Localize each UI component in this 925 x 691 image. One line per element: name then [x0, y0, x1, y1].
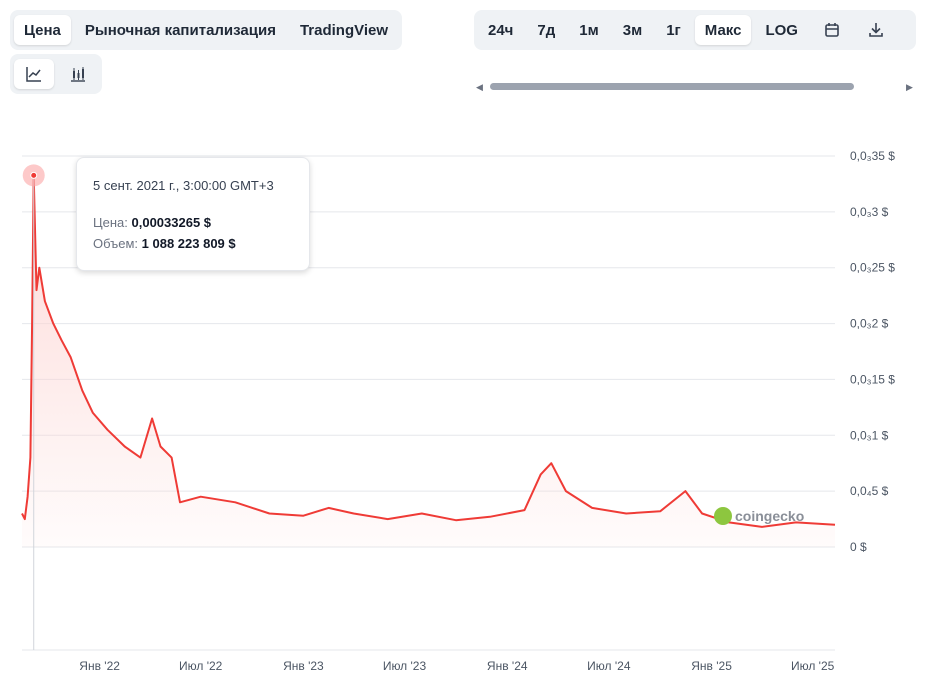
x-tick-label: Июл '23	[383, 659, 427, 673]
price-chart[interactable]: 0 $ 0,0₄5 $ 0,0₃1 $ 0,0₃15 $ 0,0₃2 $ 0,0₃25 $…	[0, 0, 925, 691]
x-tick-label: Июл '22	[179, 659, 223, 673]
y-tick-label: 0,0₄5 $	[850, 484, 889, 498]
x-tick-label: Июл '24	[587, 659, 631, 673]
coingecko-logo-icon	[714, 507, 732, 525]
tooltip-volume-label: Объем:	[93, 236, 139, 251]
y-tick-label: 0,0₃3 $	[850, 205, 889, 219]
x-tick-label: Янв '25	[691, 659, 732, 673]
x-tick-label: Июл '25	[791, 659, 835, 673]
price-tooltip: 5 сент. 2021 г., 3:00:00 GMT+3 Цена: 0,0…	[76, 157, 310, 271]
x-tick-label: Янв '23	[283, 659, 324, 673]
tooltip-date: 5 сент. 2021 г., 3:00:00 GMT+3	[93, 178, 274, 193]
y-tick-label: 0 $	[850, 540, 867, 554]
x-tick-label: Янв '24	[487, 659, 528, 673]
tooltip-price-label: Цена:	[93, 215, 128, 230]
y-tick-label: 0,0₃1 $	[850, 428, 889, 442]
tooltip-volume-value: 1 088 223 809 $	[141, 236, 236, 251]
highlight-point	[30, 171, 38, 179]
x-tick-label: Янв '22	[79, 659, 120, 673]
y-tick-label: 0,0₃25 $	[850, 261, 895, 275]
watermark-text: coingecko	[735, 508, 805, 524]
y-tick-label: 0,0₃2 $	[850, 317, 889, 331]
y-tick-label: 0,0₃35 $	[850, 149, 895, 163]
y-tick-label: 0,0₃15 $	[850, 372, 895, 386]
tooltip-price-value: 0,00033265 $	[131, 215, 212, 230]
coingecko-watermark: coingecko	[714, 507, 804, 525]
